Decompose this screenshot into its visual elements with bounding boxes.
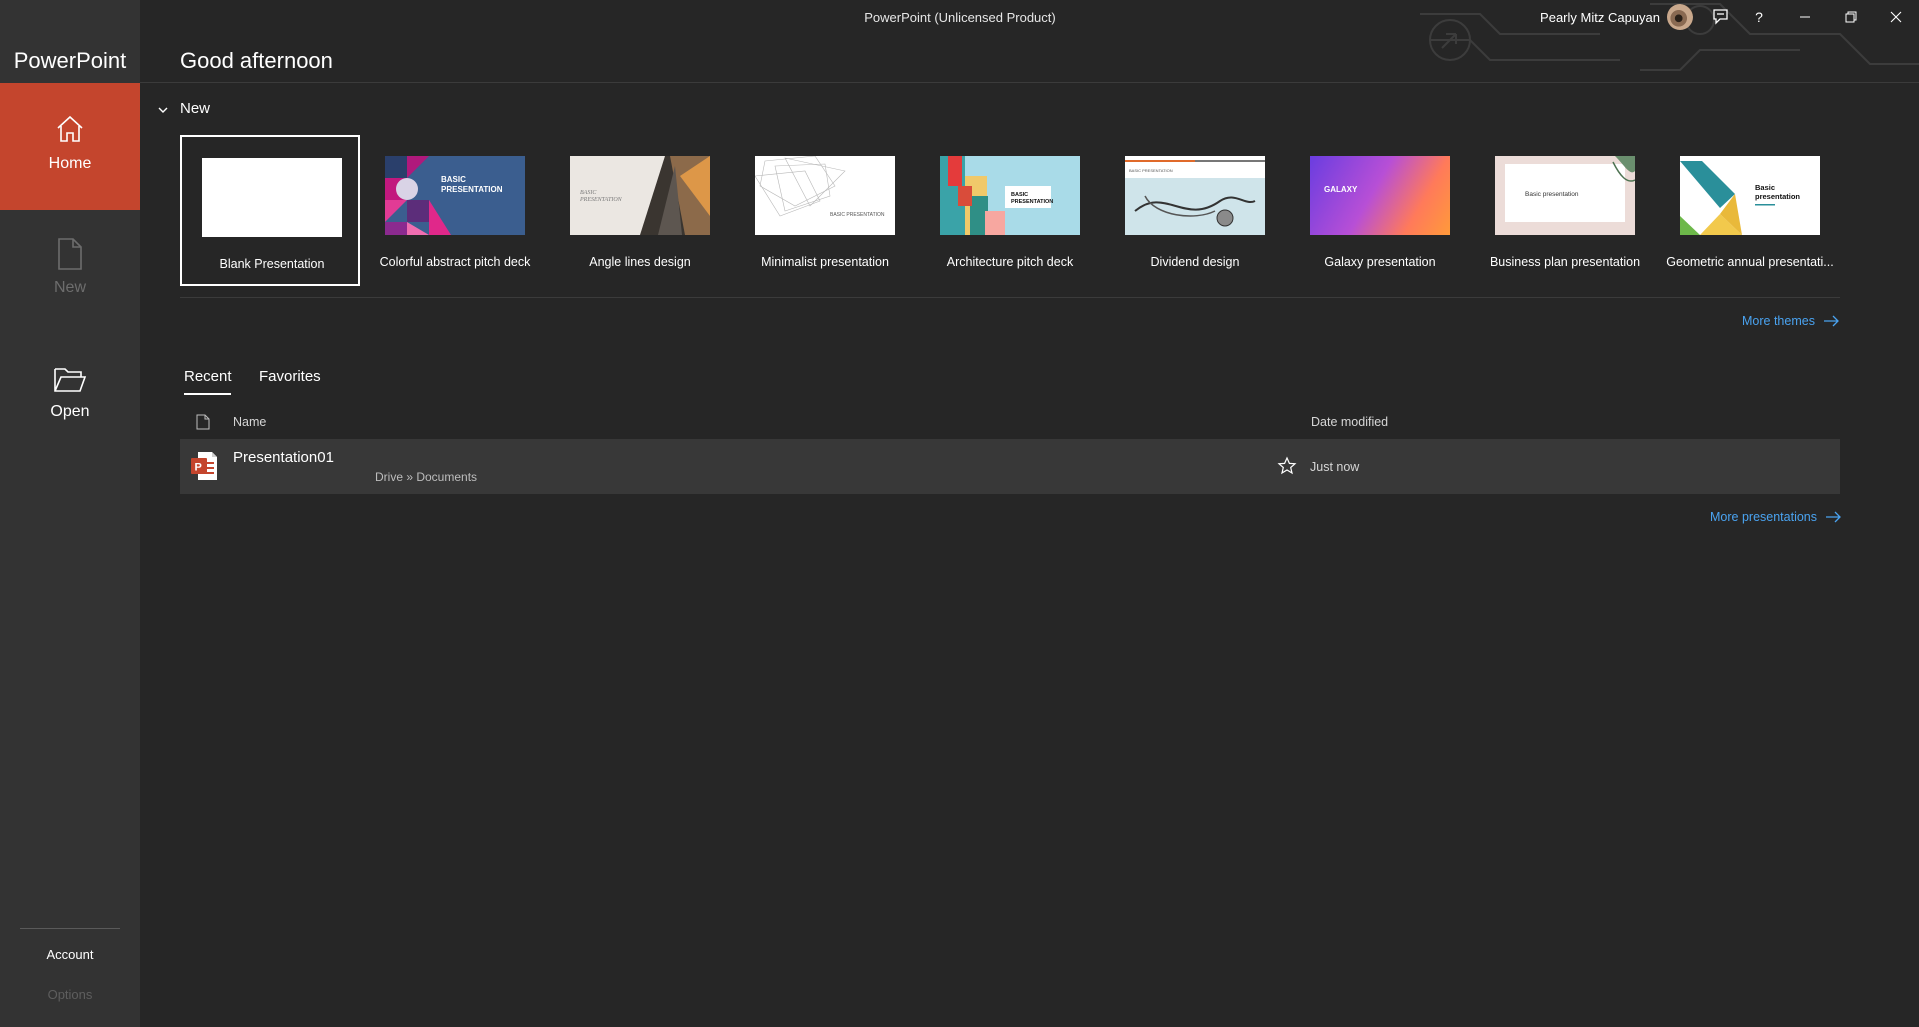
template-business-plan-presentation[interactable]: Basic presentation Business plan present… [1475, 135, 1655, 286]
sidebar-item-label: Home [48, 155, 92, 172]
new-document-icon [58, 238, 82, 270]
svg-text:BASIC PRESENTATION: BASIC PRESENTATION [1129, 168, 1173, 173]
template-thumbnail: BASIC PRESENTATION [385, 156, 525, 235]
svg-text:Basic presentation: Basic presentation [1525, 191, 1579, 198]
user-name[interactable]: Pearly Mitz Capuyan [1540, 10, 1660, 25]
template-label: Blank Presentation [219, 257, 325, 271]
file-name: Presentation01 [233, 449, 334, 466]
column-header-date-modified[interactable]: Date modified [1311, 415, 1388, 429]
template-thumbnail: BASIC PRESENTATION [755, 156, 895, 235]
more-presentations-label: More presentations [1710, 510, 1818, 524]
template-dividend-design[interactable]: BASIC PRESENTATION Dividend design [1105, 135, 1285, 286]
header-divider [140, 82, 1919, 83]
more-themes-link[interactable]: More themes [1742, 314, 1839, 328]
template-label: Architecture pitch deck [946, 255, 1074, 269]
sidebar-item-new[interactable]: New [0, 237, 140, 317]
restore-icon [1845, 11, 1857, 23]
template-label: Colorful abstract pitch deck [379, 255, 531, 269]
template-thumbnail: Basic presentation [1680, 156, 1820, 235]
file-path: Drive » Documents [375, 470, 478, 484]
minimize-icon [1800, 16, 1810, 18]
svg-text:PRESENTATION: PRESENTATION [1011, 199, 1053, 205]
options-link[interactable]: Options [0, 987, 140, 1002]
powerpoint-window: PowerPoint Home New Open Account Options… [0, 0, 1919, 1027]
template-label: Galaxy presentation [1324, 255, 1436, 269]
svg-text:Basic: Basic [1755, 183, 1775, 192]
sidebar-item-label: New [53, 279, 86, 296]
folder-open-icon [54, 368, 87, 392]
svg-text:presentation: presentation [1755, 192, 1800, 201]
file-date-modified: Just now [1310, 460, 1360, 474]
greeting: Good afternoon [180, 48, 333, 73]
template-galaxy-presentation[interactable]: GALAXY Galaxy presentation [1290, 135, 1470, 286]
chevron-down-icon[interactable] [156, 103, 170, 117]
section-divider [180, 297, 1840, 298]
template-label: Angle lines design [589, 255, 691, 269]
active-tab-indicator [184, 393, 231, 395]
arrow-right-icon [1823, 315, 1839, 327]
help-button[interactable]: ? [1736, 0, 1782, 34]
redacted-path [232, 469, 372, 484]
svg-text:PRESENTATION: PRESENTATION [441, 185, 503, 194]
template-minimalist-presentation[interactable]: BASIC PRESENTATION Minimalist presentati… [735, 135, 915, 286]
sidebar: PowerPoint Home New Open Account Options [0, 0, 140, 1027]
file-type-icon [196, 414, 210, 430]
svg-text:BASIC: BASIC [441, 175, 466, 184]
svg-text:PRESENTATION: PRESENTATION [579, 197, 623, 203]
svg-text:P: P [195, 462, 202, 474]
sidebar-item-open[interactable]: Open [0, 365, 140, 445]
help-icon: ? [1755, 9, 1763, 25]
close-button[interactable] [1873, 0, 1919, 34]
sidebar-item-label: Open [50, 403, 90, 420]
sidebar-item-home[interactable]: Home [0, 83, 140, 210]
template-label: Business plan presentation [1489, 255, 1641, 269]
template-colorful-abstract-pitch-deck[interactable]: BASIC PRESENTATION Colorful abstract pit… [365, 135, 545, 286]
template-geometric-annual-presentation[interactable]: Basic presentation Geometric annual pres… [1660, 135, 1840, 286]
template-thumbnail: BASIC PRESENTATION [940, 156, 1080, 235]
template-label: Geometric annual presentati... [1666, 255, 1834, 269]
avatar[interactable] [1667, 4, 1693, 30]
feedback-icon [1713, 9, 1728, 25]
template-label: Minimalist presentation [761, 255, 889, 269]
template-label: Dividend design [1150, 255, 1240, 269]
template-thumbnail: GALAXY [1310, 156, 1450, 235]
svg-text:BASIC PRESENTATION: BASIC PRESENTATION [830, 212, 885, 218]
home-icon [57, 115, 83, 142]
tab-favorites[interactable]: Favorites [259, 368, 321, 385]
more-themes-label: More themes [1742, 314, 1815, 328]
column-header-name[interactable]: Name [233, 415, 266, 429]
table-row[interactable]: P Presentation01 Drive » Documents Just … [180, 439, 1840, 494]
template-thumbnail: BASIC PRESENTATION [570, 156, 710, 235]
close-icon [1890, 11, 1902, 23]
star-icon[interactable] [1277, 456, 1297, 476]
minimize-button[interactable] [1782, 0, 1828, 34]
window-title: PowerPoint (Unlicensed Product) [864, 10, 1056, 25]
template-thumbnail: BASIC PRESENTATION [1125, 156, 1265, 235]
app-name: PowerPoint [13, 48, 127, 73]
restore-button[interactable] [1828, 0, 1874, 34]
svg-text:BASIC: BASIC [1011, 192, 1028, 198]
template-blank-presentation[interactable]: Blank Presentation [180, 135, 360, 286]
template-thumbnail: Basic presentation [1495, 156, 1635, 235]
template-angle-lines-design[interactable]: BASIC PRESENTATION Angle lines design [550, 135, 730, 286]
tab-recent[interactable]: Recent [184, 368, 232, 385]
template-architecture-pitch-deck[interactable]: BASIC PRESENTATION Architecture pitch de… [920, 135, 1100, 286]
template-thumbnail [202, 158, 342, 237]
svg-text:GALAXY: GALAXY [1324, 185, 1358, 194]
sidebar-divider [20, 928, 120, 929]
more-presentations-link[interactable]: More presentations [1710, 510, 1841, 524]
account-link[interactable]: Account [0, 947, 140, 962]
powerpoint-file-icon: P [191, 452, 217, 480]
svg-text:BASIC: BASIC [580, 190, 597, 196]
new-section-title: New [180, 100, 211, 117]
arrow-right-icon [1826, 511, 1841, 523]
